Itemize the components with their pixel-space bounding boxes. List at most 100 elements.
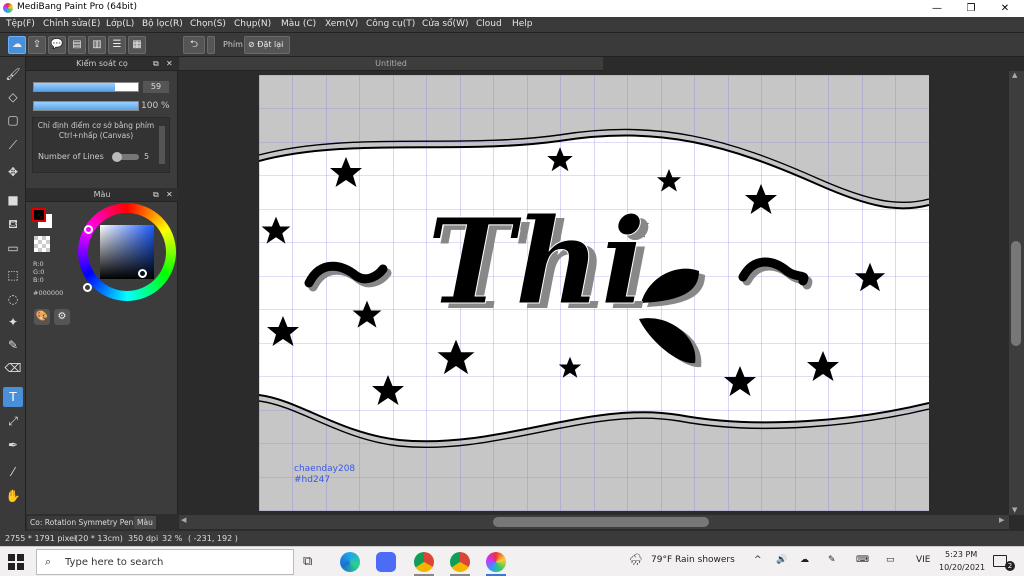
undo-button[interactable]: ⮌ xyxy=(183,36,205,54)
palette-settings-icon[interactable]: ⚙ xyxy=(54,309,70,325)
hue-handle[interactable] xyxy=(84,225,93,234)
panel-close-icon[interactable]: ✕ xyxy=(166,188,173,202)
brush-size-slider[interactable] xyxy=(33,82,139,92)
menu-snap[interactable]: Chụp(N) xyxy=(234,19,271,29)
cloud-icon[interactable]: ☁ xyxy=(8,36,26,54)
cloud-tray-icon[interactable]: ☁ xyxy=(800,555,809,565)
rectangle-tool-icon[interactable]: ▢ xyxy=(3,110,23,130)
taskbar-search[interactable]: ⌕ Type here to search xyxy=(36,549,294,575)
chrome-profile-icon[interactable] xyxy=(450,552,470,572)
medibang-icon[interactable] xyxy=(486,552,506,572)
task-view-icon[interactable]: ⧉ xyxy=(303,554,312,569)
menu-window[interactable]: Cửa sổ(W) xyxy=(422,19,468,29)
menu-view[interactable]: Xem(V) xyxy=(325,19,358,29)
weather-icon[interactable]: 🌧 xyxy=(629,553,643,566)
menu-file[interactable]: Tệp(F) xyxy=(6,19,35,29)
info-scrollbar[interactable] xyxy=(159,126,165,164)
toolbar-handle[interactable] xyxy=(207,36,215,54)
hand-tool-icon[interactable]: ✋ xyxy=(3,486,23,506)
display-icon[interactable]: ▭ xyxy=(886,555,895,565)
list-icon[interactable]: ☰ xyxy=(108,36,126,54)
transparent-swatch[interactable] xyxy=(34,236,50,252)
eyedropper-icon[interactable]: ⁄ xyxy=(3,462,23,482)
scroll-down-arrow-icon[interactable]: ▼ xyxy=(1012,506,1017,514)
close-button[interactable]: ✕ xyxy=(988,0,1022,17)
menu-cloud[interactable]: Cloud xyxy=(476,19,502,29)
pen-icon[interactable]: ✎ xyxy=(828,555,836,565)
scroll-right-arrow-icon[interactable]: ▶ xyxy=(999,516,1004,524)
opacity-slider[interactable] xyxy=(33,101,139,111)
menu-edit[interactable]: Chỉnh sửa(E) xyxy=(43,19,100,29)
bucket-tool-icon[interactable]: ⛾ xyxy=(3,214,23,234)
line-tool-icon[interactable]: ⟋ xyxy=(3,135,23,155)
color-tab[interactable]: Màu xyxy=(134,516,156,529)
status-size: 2755 * 1791 pixel xyxy=(5,534,77,543)
page-icon[interactable]: ▥ xyxy=(88,36,106,54)
grid-icon[interactable]: ▦ xyxy=(128,36,146,54)
window-title: MediBang Paint Pro (64bit) xyxy=(17,2,137,12)
select-eraser-icon[interactable]: ⌫ xyxy=(3,358,23,378)
operation-tool-icon[interactable]: ⤢ xyxy=(3,411,23,431)
foreground-color-swatch[interactable] xyxy=(32,208,46,222)
color-r: R:0 xyxy=(33,260,44,268)
lines-slider[interactable] xyxy=(112,152,139,162)
horizontal-scroll-thumb[interactable] xyxy=(493,517,709,527)
edge-icon[interactable] xyxy=(340,552,360,572)
vertical-scrollbar[interactable]: ▲ ▼ xyxy=(1009,71,1024,515)
text-tool-icon[interactable]: T xyxy=(3,387,23,407)
menu-help[interactable]: Help xyxy=(512,19,533,29)
clock-date[interactable]: 10/20/2021 xyxy=(939,563,985,572)
brush-tab[interactable]: Co: Rotation Symmetry Pen xyxy=(27,516,137,529)
popout-icon[interactable]: ⧉ xyxy=(153,57,159,71)
maximize-button[interactable]: ❐ xyxy=(954,0,988,17)
horizontal-scrollbar[interactable]: ◀ ▶ xyxy=(179,515,1009,529)
brush-size-fill xyxy=(34,83,116,91)
eraser-tool-icon[interactable]: ◇ xyxy=(3,87,23,107)
minimize-button[interactable]: — xyxy=(920,0,954,17)
speech-bubble-icon[interactable]: 💬 xyxy=(48,36,66,54)
keyboard-icon[interactable]: ⌨ xyxy=(856,555,869,565)
tray-overflow-icon[interactable]: ^ xyxy=(754,555,762,565)
chrome-icon[interactable] xyxy=(414,552,434,572)
vertical-scroll-thumb[interactable] xyxy=(1011,241,1021,346)
palette-icon[interactable]: 🎨 xyxy=(34,309,50,325)
menu-tools[interactable]: Công cụ(T) xyxy=(366,19,415,29)
lasso-icon[interactable]: ◌ xyxy=(3,289,23,309)
zoom-icon[interactable] xyxy=(376,552,396,572)
menu-filter[interactable]: Bộ lọc(R) xyxy=(142,19,183,29)
lines-value: 5 xyxy=(144,152,150,161)
fill-rect-tool-icon[interactable]: ■ xyxy=(3,190,23,210)
move-tool-icon[interactable]: ✥ xyxy=(3,162,23,182)
language-indicator[interactable]: VIE xyxy=(916,555,931,565)
gradient-tool-icon[interactable]: ▭ xyxy=(3,238,23,258)
dropper-tool-icon[interactable]: ✒ xyxy=(3,435,23,455)
drawing-canvas[interactable]: Thi Thi chaenday208 #hd247 xyxy=(259,75,929,511)
scroll-up-arrow-icon[interactable]: ▲ xyxy=(1012,71,1017,79)
select-rect-icon[interactable]: ⬚ xyxy=(3,265,23,285)
lines-slider-knob[interactable] xyxy=(112,152,122,162)
value-marker[interactable] xyxy=(138,269,147,278)
panel-close-icon[interactable]: ✕ xyxy=(166,57,173,71)
opacity-fill xyxy=(34,102,138,110)
hue-marker[interactable] xyxy=(83,283,92,292)
title-bar: MediBang Paint Pro (64bit) — ❐ ✕ xyxy=(0,0,1024,17)
brush-size-value[interactable]: 59 xyxy=(143,81,169,93)
comment-icon[interactable]: ▤ xyxy=(68,36,86,54)
magic-wand-icon[interactable]: ✦ xyxy=(3,312,23,332)
document-tab[interactable]: Untitled xyxy=(179,57,603,71)
windows-start-icon[interactable] xyxy=(8,554,24,570)
share-icon[interactable]: ⇪ xyxy=(28,36,46,54)
brush-tool-icon[interactable]: 🖌 xyxy=(3,64,23,84)
popout-icon[interactable]: ⧉ xyxy=(153,188,159,202)
weather-text[interactable]: 79°F Rain showers xyxy=(651,555,735,565)
menu-color[interactable]: Màu (C) xyxy=(281,19,316,29)
color-wheel[interactable] xyxy=(78,203,176,301)
menu-layer[interactable]: Lớp(L) xyxy=(106,19,134,29)
clock-time[interactable]: 5:23 PM xyxy=(945,550,977,559)
select-pen-icon[interactable]: ✎ xyxy=(3,335,23,355)
menu-bar: Tệp(F) Chỉnh sửa(E) Lớp(L) Bộ lọc(R) Chọ… xyxy=(0,17,1024,33)
speaker-icon[interactable]: 🔊 xyxy=(776,555,787,565)
reset-button[interactable]: ⊘ Đặt lại xyxy=(244,36,290,54)
menu-select[interactable]: Chọn(S) xyxy=(190,19,226,29)
scroll-left-arrow-icon[interactable]: ◀ xyxy=(181,516,186,524)
